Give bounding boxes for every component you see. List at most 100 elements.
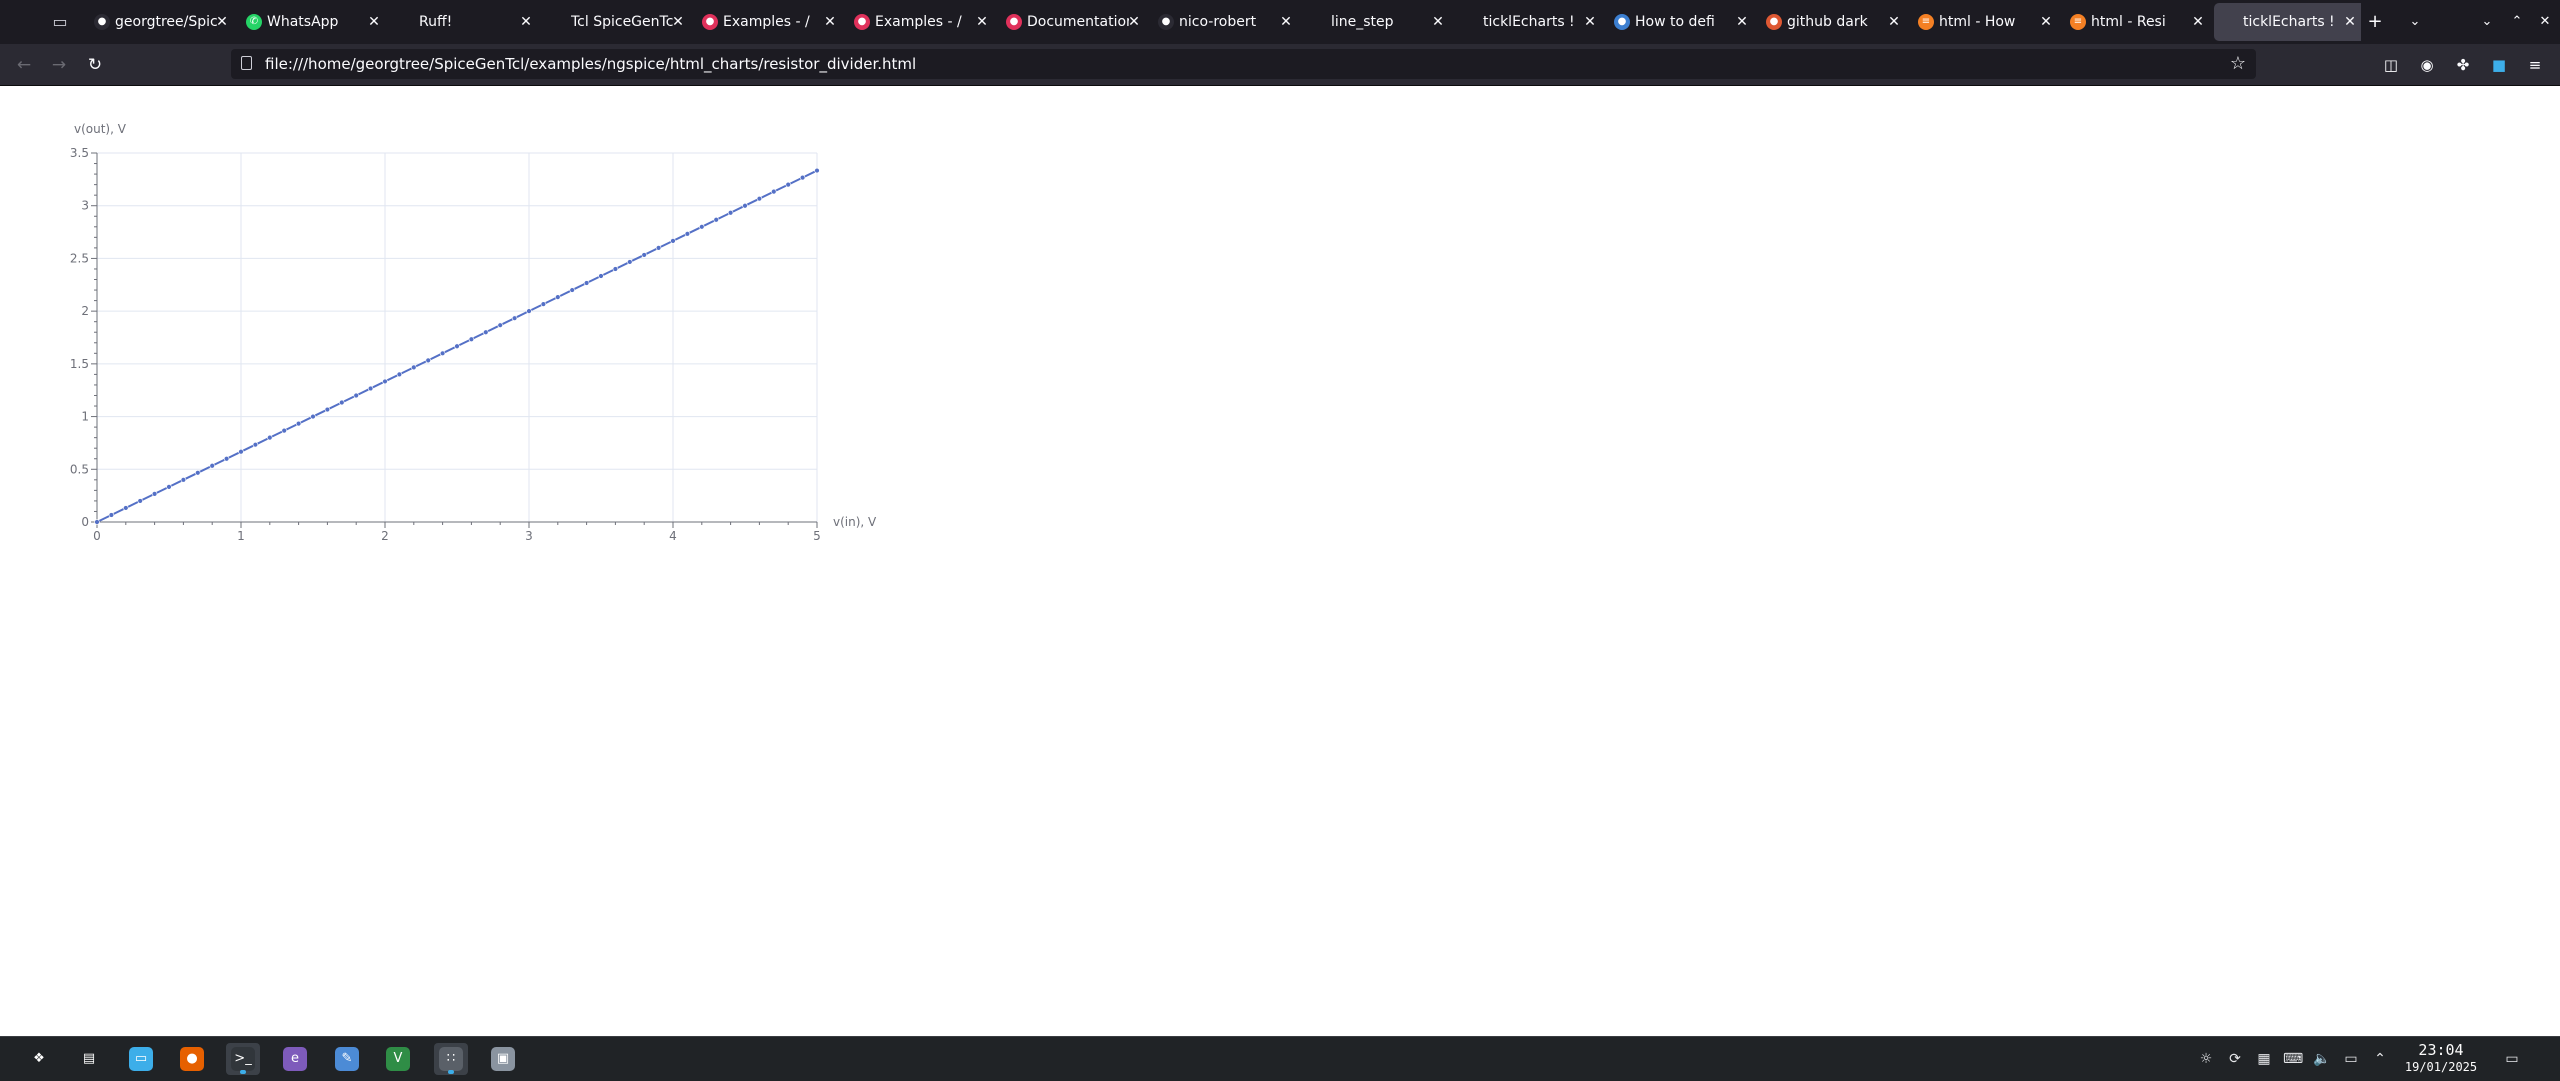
tab-7[interactable]: ● Documentation ✕ xyxy=(998,3,1150,41)
tab-close-icon[interactable]: ✕ xyxy=(2038,13,2054,31)
data-point xyxy=(267,434,273,441)
tab-title: ticklEcharts ! xyxy=(1483,14,1575,30)
y-tick-label: 0 xyxy=(81,515,89,529)
show-desktop-icon[interactable]: ▭ xyxy=(2502,1049,2522,1069)
tab-close-icon[interactable]: ✕ xyxy=(822,13,838,31)
tab-6[interactable]: ● Examples - / ✕ xyxy=(846,3,998,41)
tab-close-icon[interactable]: ✕ xyxy=(670,13,686,31)
maximize-window-icon[interactable]: ⌃ xyxy=(2506,11,2528,33)
data-point xyxy=(151,491,158,497)
firefox-view-icon[interactable]: ▭ xyxy=(48,10,72,34)
update-icon[interactable]: ⟳ xyxy=(2225,1049,2245,1069)
tab-14[interactable]: ≡ html - Resi ✕ xyxy=(2062,3,2214,41)
tab-close-icon[interactable]: ✕ xyxy=(1734,13,1750,31)
taskbar-app-7[interactable]: ✎ xyxy=(330,1043,364,1075)
tab-close-icon[interactable]: ✕ xyxy=(974,13,990,31)
y-tick-label: 2.5 xyxy=(70,251,89,265)
account-icon[interactable]: ◉ xyxy=(2416,54,2438,76)
close-window-icon[interactable]: ✕ xyxy=(2534,11,2556,33)
tab-15[interactable]: ticklEcharts ! ✕ xyxy=(2214,3,2361,41)
tab-title: line_step xyxy=(1331,14,1394,30)
new-tab-button[interactable]: + xyxy=(2364,11,2386,33)
tab-blank-icon xyxy=(1310,14,1326,30)
data-point xyxy=(411,364,417,371)
tab-11[interactable]: ● How to defi ✕ xyxy=(1606,3,1758,41)
tab-title: html - How xyxy=(1939,14,2016,30)
pocket-icon[interactable]: ◫ xyxy=(2380,54,2402,76)
list-all-tabs-icon[interactable]: ⌄ xyxy=(2404,11,2426,33)
page-icon: ● xyxy=(854,14,870,30)
tab-close-icon[interactable]: ✕ xyxy=(1886,13,1902,31)
tab-10[interactable]: ticklEcharts ! ✕ xyxy=(1454,3,1606,41)
forward-button[interactable]: → xyxy=(47,53,71,77)
tcl-app-icon: ∷ xyxy=(439,1047,463,1071)
taskbar-app-2[interactable]: ▤ xyxy=(72,1043,106,1075)
bookmark-star-icon[interactable]: ☆ xyxy=(2230,52,2246,76)
tab-blank-icon xyxy=(550,14,566,30)
volume-icon[interactable]: 🔈 xyxy=(2312,1049,2332,1069)
taskbar-app-1[interactable]: ❖ xyxy=(22,1043,56,1075)
y-axis-label: v(out), V xyxy=(74,122,127,136)
data-point xyxy=(771,188,777,195)
tab-title: How to defi xyxy=(1635,14,1715,30)
minimize-window-icon[interactable]: ⌄ xyxy=(2476,11,2498,33)
tab-close-icon[interactable]: ✕ xyxy=(2190,13,2206,31)
tab-8[interactable]: ● nico-robert ✕ xyxy=(1150,3,1302,41)
keyboard-icon[interactable]: ⌨ xyxy=(2283,1049,2303,1069)
taskbar-app-4[interactable]: ● xyxy=(175,1043,209,1075)
tab-13[interactable]: ≡ html - How ✕ xyxy=(1910,3,2062,41)
x-tick-label: 1 xyxy=(237,529,245,543)
tab-close-icon[interactable]: ✕ xyxy=(214,13,230,31)
reload-button[interactable]: ↻ xyxy=(83,53,107,77)
tab-9[interactable]: line_step ✕ xyxy=(1302,3,1454,41)
url-text[interactable]: file:///home/georgtree/SpiceGenTcl/examp… xyxy=(265,55,916,73)
clock-time: 23:04 xyxy=(2418,1041,2464,1059)
tab-close-icon[interactable]: ✕ xyxy=(2342,13,2358,31)
clock[interactable]: 23:04 19/01/2025 xyxy=(2396,1041,2486,1075)
tab-close-icon[interactable]: ✕ xyxy=(1278,13,1294,31)
expand-tray-icon[interactable]: ⌃ xyxy=(2370,1049,2390,1069)
url-bar[interactable]: file:///home/georgtree/SpiceGenTcl/examp… xyxy=(231,49,2256,79)
tab-12[interactable]: ● github dark ✕ xyxy=(1758,3,1910,41)
tab-3[interactable]: Ruff! ✕ xyxy=(390,3,542,41)
back-button[interactable]: ← xyxy=(12,53,36,77)
tab-4[interactable]: Tcl SpiceGenTcl ✕ xyxy=(542,3,694,41)
taskbar-app-6[interactable]: e xyxy=(278,1043,312,1075)
y-tick-label: 2 xyxy=(81,304,89,318)
tab-5[interactable]: ● Examples - / ✕ xyxy=(694,3,846,41)
taskbar-app-9[interactable]: ∷ xyxy=(434,1043,468,1075)
data-point xyxy=(396,371,403,378)
tab-close-icon[interactable]: ✕ xyxy=(1126,13,1142,31)
display-icon[interactable]: ▭ xyxy=(2341,1049,2361,1069)
tab-close-icon[interactable]: ✕ xyxy=(1582,13,1598,31)
taskbar-app-3[interactable]: ▭ xyxy=(124,1043,158,1075)
extensions-icon[interactable]: ✤ xyxy=(2452,54,2474,76)
taskbar-app-5[interactable]: >_ xyxy=(226,1043,260,1075)
taskbar: ❖ ▤ ▭ ● >_ e ✎ V ∷ ▣ ☼ ⟳ ▦ ⌨ 🔈 ▭ ⌃ 23:04 19/01/2025 ▭ xyxy=(0,1036,2560,1081)
taskbar-app-10[interactable]: ▣ xyxy=(486,1043,520,1075)
clipboard-icon[interactable]: ▦ xyxy=(2254,1049,2274,1069)
extension-blue-icon[interactable]: ■ xyxy=(2488,54,2510,76)
data-point xyxy=(353,392,359,399)
tab-close-icon[interactable]: ✕ xyxy=(518,13,534,31)
y-tick-label: 0.5 xyxy=(70,462,89,476)
data-point xyxy=(382,378,388,385)
tab-close-icon[interactable]: ✕ xyxy=(366,13,382,31)
whatsapp-icon: ✆ xyxy=(246,14,262,30)
line-chart: 0 1 2 3 4 5 0 0.5 1 1.5 2 2.5 3 3.5 v(out), V v(in), … xyxy=(70,122,877,543)
menu-icon[interactable]: ≡ xyxy=(2524,54,2546,76)
y-tick-label: 1.5 xyxy=(70,357,89,371)
tab-close-icon[interactable]: ✕ xyxy=(1430,13,1446,31)
data-point xyxy=(799,174,806,181)
tab-1[interactable]: ● georgtree/SpiceGenTcl✕ xyxy=(86,3,238,41)
chart-grid xyxy=(97,152,818,522)
data-point xyxy=(166,484,172,490)
notifications-icon[interactable]: ☼ xyxy=(2196,1049,2216,1069)
data-point xyxy=(123,505,129,511)
data-point xyxy=(223,456,230,462)
data-point xyxy=(439,350,446,357)
page-icon: ● xyxy=(702,14,718,30)
data-point xyxy=(295,420,302,427)
tab-2[interactable]: ✆ WhatsApp ✕ xyxy=(238,3,390,41)
taskbar-app-8[interactable]: V xyxy=(381,1043,415,1075)
